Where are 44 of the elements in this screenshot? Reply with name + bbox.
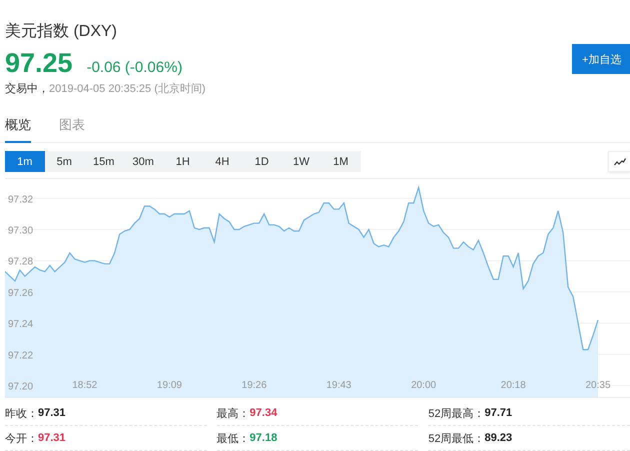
stat-value: 97.71 bbox=[484, 407, 512, 419]
axis-label: 19:43 bbox=[326, 380, 352, 391]
period-button[interactable]: 30m bbox=[124, 151, 163, 172]
period-button[interactable]: 4H bbox=[202, 151, 242, 172]
stat-label: 最高： bbox=[216, 406, 250, 420]
axis-label: 20:00 bbox=[411, 380, 436, 391]
axis-label: 18:52 bbox=[72, 380, 98, 391]
axis-label: 97.32 bbox=[8, 194, 34, 206]
axis-label: 97.26 bbox=[8, 288, 34, 299]
period-button[interactable]: 1W bbox=[282, 151, 321, 172]
axis-label: 97.22 bbox=[8, 350, 34, 362]
axis-label: 19:09 bbox=[156, 380, 182, 391]
axis-label: 97.28 bbox=[8, 256, 34, 268]
period-button[interactable]: 1D bbox=[242, 151, 282, 172]
price-change: -0.06 (-0.06%) bbox=[86, 59, 182, 76]
period-button[interactable]: 1m bbox=[5, 151, 44, 172]
axis-label: 20:35 bbox=[585, 380, 611, 391]
period-button[interactable]: 5m bbox=[44, 151, 84, 172]
line-chart-icon bbox=[614, 158, 626, 166]
axis-label: 20:18 bbox=[500, 380, 526, 391]
price: 97.25 bbox=[5, 48, 73, 79]
stat-label: 52周最高： bbox=[428, 406, 485, 420]
stat-value: 89.23 bbox=[484, 432, 512, 444]
axis-label: 97.20 bbox=[8, 382, 34, 393]
stat-value: 97.18 bbox=[250, 432, 278, 444]
timestamp: 2019-04-05 20:35:25 (北京时间) bbox=[49, 82, 206, 96]
period-button[interactable]: 15m bbox=[84, 151, 124, 172]
chart-type-button[interactable] bbox=[608, 151, 630, 172]
stat-label: 52周最低： bbox=[428, 432, 485, 446]
stat-value: 97.31 bbox=[38, 407, 66, 419]
add-watchlist-button[interactable]: +加自选 bbox=[572, 44, 630, 74]
axis-label: 97.30 bbox=[8, 226, 34, 236]
tab[interactable]: 概览 bbox=[5, 112, 31, 143]
stat-label: 最低： bbox=[216, 432, 250, 446]
period-button[interactable]: 1H bbox=[163, 151, 202, 172]
trading-status: 交易中， bbox=[5, 82, 49, 96]
stat-value: 97.34 bbox=[250, 407, 278, 419]
period-button[interactable]: 1M bbox=[321, 151, 360, 172]
stat-label: 今开： bbox=[5, 432, 38, 446]
stat-value: 97.31 bbox=[38, 432, 66, 444]
axis-label: 97.24 bbox=[8, 319, 34, 330]
stat-label: 昨收： bbox=[5, 406, 38, 420]
index-title: 美元指数 (DXY) bbox=[5, 22, 118, 42]
axis-label: 19:26 bbox=[242, 380, 267, 391]
